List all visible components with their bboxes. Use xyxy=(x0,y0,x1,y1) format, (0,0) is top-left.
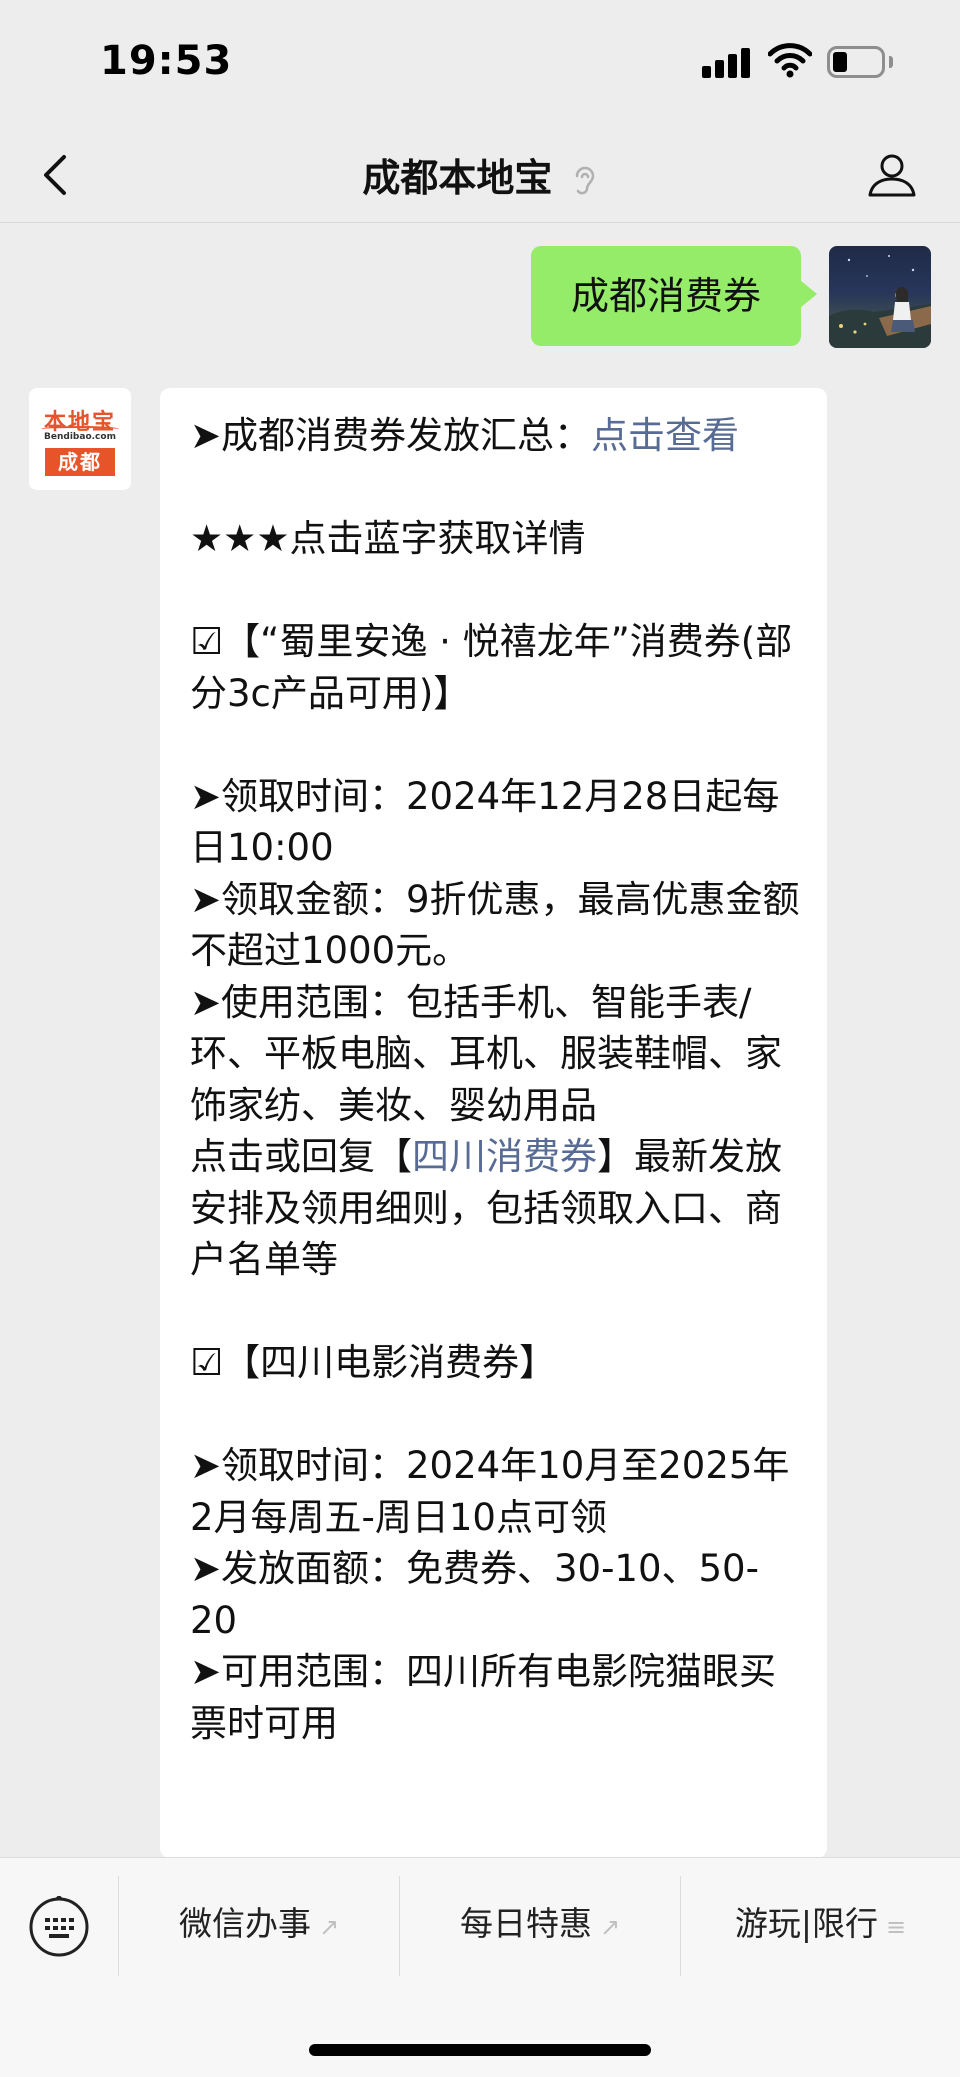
received-message-bubble: ➤成都消费券发放汇总：点击查看 ★★★点击蓝字获取详情 ☑【“蜀里安逸 · 悦禧… xyxy=(160,388,827,1858)
cellular-signal-icon xyxy=(702,46,752,78)
home-indicator xyxy=(309,2044,651,2056)
coupon2-amount: ➤发放面额：免费券、30-10、50-20 xyxy=(190,1547,759,1642)
status-bar: 19:53 xyxy=(0,0,960,125)
menu-lines-icon: ≡ xyxy=(886,1913,907,1941)
ear-icon xyxy=(575,166,594,194)
coupon1-scope: ➤使用范围：包括手机、智能手表/环、平板电脑、耳机、服装鞋帽、家饰家纺、美妆、婴… xyxy=(190,980,782,1127)
sent-message-bubble[interactable]: 成都消费券 xyxy=(531,246,817,346)
page-title: 成都本地宝 xyxy=(0,147,960,202)
coupon2-title: ☑【四川电影消费券】 xyxy=(190,1341,557,1384)
coupon2-scope: ➤可用范围：四川所有电影院猫眼买票时可用 xyxy=(190,1650,777,1745)
link-icon: ↗ xyxy=(318,1913,340,1941)
coupon1-more: 点击或回复【四川消费券】最新发放安排及领用细则，包括领取入口、商户名单等 xyxy=(190,1131,800,1286)
user-avatar[interactable] xyxy=(829,246,931,348)
sichuan-coupon-link[interactable]: 四川消费券 xyxy=(412,1135,597,1178)
menu-item-label: 微信办事 xyxy=(178,1904,311,1943)
battery-icon xyxy=(827,46,885,78)
wifi-icon xyxy=(768,43,812,78)
coupon1-title: ☑【“蜀里安逸 · 悦禧龙年”消费券(部分3c产品可用)】 xyxy=(190,620,793,715)
menu-item-daily-deals[interactable]: 每日特惠 ↗ xyxy=(400,1874,680,1974)
message-body: ➤成都消费券发放汇总：点击查看 ★★★点击蓝字获取详情 ☑【“蜀里安逸 · 悦禧… xyxy=(190,410,800,1749)
coupon1-more-prefix: 点击或回复【 xyxy=(190,1135,412,1178)
coupon1-amount: ➤领取金额：9折优惠，最高优惠金额不超过1000元。 xyxy=(190,877,800,973)
avatar-illustration xyxy=(829,255,931,348)
profile-icon[interactable] xyxy=(862,145,922,205)
menu-item-wechat-services[interactable]: 微信办事 ↗ xyxy=(119,1874,399,1974)
battery-cap xyxy=(889,56,893,68)
page-title-text: 成都本地宝 xyxy=(362,156,553,200)
nav-bar: 成都本地宝 xyxy=(0,125,960,223)
summary-line: ➤成都消费券发放汇总：点击查看 xyxy=(190,410,800,462)
menu-item-label: 游玩|限行 xyxy=(734,1904,878,1943)
menu-item-label: 每日特惠 xyxy=(459,1904,592,1943)
summary-link[interactable]: 点击查看 xyxy=(591,414,739,457)
hint-line: ★★★点击蓝字获取详情 xyxy=(190,517,586,560)
status-time: 19:53 xyxy=(100,38,233,84)
link-icon: ↗ xyxy=(599,1913,621,1941)
keyboard-icon[interactable] xyxy=(28,1896,90,1958)
coupon1-time: ➤领取时间：2024年12月28日起每日10:00 xyxy=(190,774,780,870)
menu-item-travel-restrictions[interactable]: 游玩|限行 ≡ xyxy=(681,1874,960,1974)
logo-url: Bendibao.com xyxy=(44,432,116,442)
coupon2-time: ➤领取时间：2024年10月至2025年2月每周五-周日10点可领 xyxy=(190,1444,790,1539)
bot-avatar[interactable]: 本地宝 Bendibao.com 成都 xyxy=(29,388,131,490)
summary-prefix: ➤成都消费券发放汇总： xyxy=(190,414,592,457)
bottom-menu: 微信办事 ↗ 每日特惠 ↗ 游玩|限行 ≡ xyxy=(0,1857,960,2077)
logo-city: 成都 xyxy=(45,448,115,476)
